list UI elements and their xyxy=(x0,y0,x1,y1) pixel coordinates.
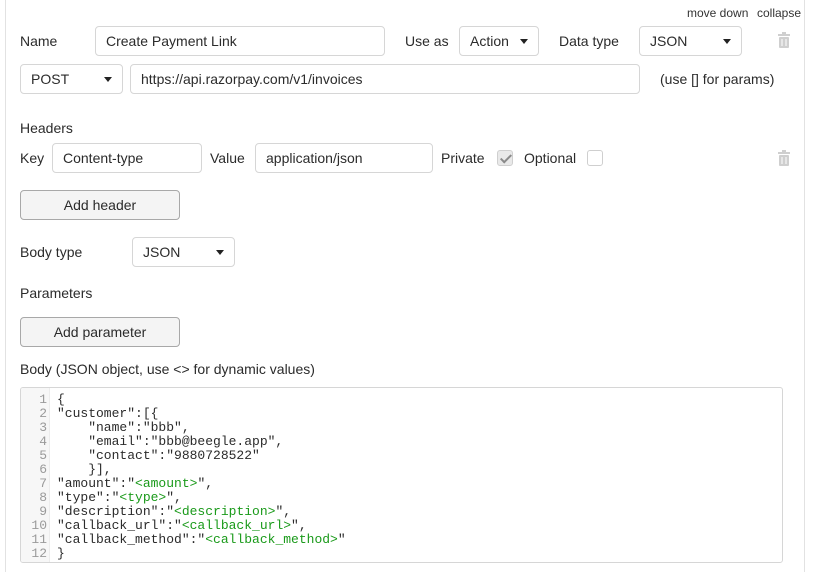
optional-label: Optional xyxy=(524,150,577,166)
data-type-label: Data type xyxy=(559,33,619,49)
code-text: ", xyxy=(166,490,182,505)
code-line: 2 "customer":[{ xyxy=(21,407,346,421)
code-text: "type":" xyxy=(57,490,120,505)
chevron-down-icon xyxy=(104,77,112,82)
body-type-value: JSON xyxy=(143,244,181,260)
optional-checkbox[interactable] xyxy=(587,150,603,166)
line-number: 9 xyxy=(39,504,47,519)
move-down-link[interactable]: move down xyxy=(687,6,748,20)
private-label: Private xyxy=(441,150,485,166)
line-number: 1 xyxy=(39,392,47,407)
parameters-title: Parameters xyxy=(20,285,93,301)
headers-title: Headers xyxy=(20,120,73,136)
header-value-input[interactable]: application/json xyxy=(255,143,433,173)
data-type-dropdown[interactable]: JSON xyxy=(639,26,742,56)
code-line: 12} xyxy=(21,547,346,561)
code-text: { xyxy=(57,392,65,407)
line-number: 7 xyxy=(39,476,47,491)
code-text: "name":"bbb", xyxy=(57,420,190,435)
header-value-label: Value xyxy=(210,150,245,166)
header-key-input[interactable]: Content-type xyxy=(52,143,202,173)
chevron-down-icon xyxy=(216,250,224,255)
body-type-dropdown[interactable]: JSON xyxy=(132,237,235,267)
code-text: "description":" xyxy=(57,504,175,519)
method-value: POST xyxy=(31,71,70,87)
name-input[interactable]: Create Payment Link xyxy=(95,26,385,56)
dynamic-value: <callback_url> xyxy=(181,518,292,533)
url-input[interactable]: https://api.razorpay.com/v1/invoices xyxy=(130,64,640,94)
code-text: "callback_method":" xyxy=(57,532,206,547)
code-text: "amount":" xyxy=(57,476,136,491)
code-text: "email":"bbb@beegle.app", xyxy=(57,434,284,449)
code-line: 7 "amount":"<amount>", xyxy=(21,477,346,491)
code-text: ", xyxy=(275,504,292,519)
line-number: 3 xyxy=(39,420,47,435)
code-line: 1{ xyxy=(21,393,346,407)
trash-icon[interactable] xyxy=(777,32,791,48)
use-as-value: Action xyxy=(470,33,509,49)
header-key-label: Key xyxy=(20,150,45,166)
chevron-down-icon xyxy=(723,39,731,44)
code-line: 4 "email":"bbb@beegle.app", xyxy=(21,435,346,449)
line-number: 8 xyxy=(39,490,47,505)
code-text: "contact":"9880728522" xyxy=(57,448,260,463)
line-number: 6 xyxy=(39,462,47,477)
code-line: 9 "description":"<description>", xyxy=(21,505,346,519)
code-text: }], xyxy=(57,462,112,477)
code-text: ", xyxy=(197,476,214,491)
body-type-label: Body type xyxy=(20,244,83,260)
code-line: 6 }], xyxy=(21,463,346,477)
code-line: 11 "callback_method":"<callback_method>" xyxy=(21,532,346,547)
dynamic-value: <amount> xyxy=(135,476,198,491)
data-type-value: JSON xyxy=(650,33,688,49)
line-number: 11 xyxy=(31,532,47,547)
code-line: 8 "type":"<type>", xyxy=(21,491,346,505)
add-parameter-button[interactable]: Add parameter xyxy=(20,317,180,347)
line-number: 12 xyxy=(31,546,47,561)
params-hint: (use [] for params) xyxy=(660,71,775,87)
line-number: 2 xyxy=(39,406,47,421)
code-line: 10 "callback_url":"<callback_url>", xyxy=(21,519,346,533)
line-number: 10 xyxy=(31,518,47,533)
body-label: Body (JSON object, use <> for dynamic va… xyxy=(20,361,315,377)
dynamic-value: <type> xyxy=(119,490,167,505)
dynamic-value: <callback_method> xyxy=(205,532,338,547)
code-text: "callback_url":" xyxy=(57,518,182,533)
trash-icon[interactable] xyxy=(777,150,791,166)
code-content[interactable]: 1{2 "customer":[{3 "name":"bbb", 4 "email"… xyxy=(21,393,346,561)
private-checkbox[interactable] xyxy=(497,150,513,166)
line-number: 4 xyxy=(39,434,47,449)
code-text: ", xyxy=(291,518,307,533)
code-text: "customer":[{ xyxy=(57,406,159,421)
code-line: 3 "name":"bbb", xyxy=(21,421,346,435)
code-text: " xyxy=(337,532,346,547)
code-line: 5 "contact":"9880728522" xyxy=(21,449,346,463)
use-as-dropdown[interactable]: Action xyxy=(459,26,539,56)
collapse-link[interactable]: collapse xyxy=(757,6,801,20)
dynamic-value: <description> xyxy=(174,504,276,519)
code-text: } xyxy=(57,546,65,561)
use-as-label: Use as xyxy=(405,33,449,49)
name-label: Name xyxy=(20,33,58,49)
chevron-down-icon xyxy=(520,39,528,44)
body-code-editor[interactable]: 1{2 "customer":[{3 "name":"bbb", 4 "email"… xyxy=(20,387,783,563)
method-dropdown[interactable]: POST xyxy=(20,64,123,94)
line-number: 5 xyxy=(39,448,47,463)
add-header-button[interactable]: Add header xyxy=(20,190,180,220)
